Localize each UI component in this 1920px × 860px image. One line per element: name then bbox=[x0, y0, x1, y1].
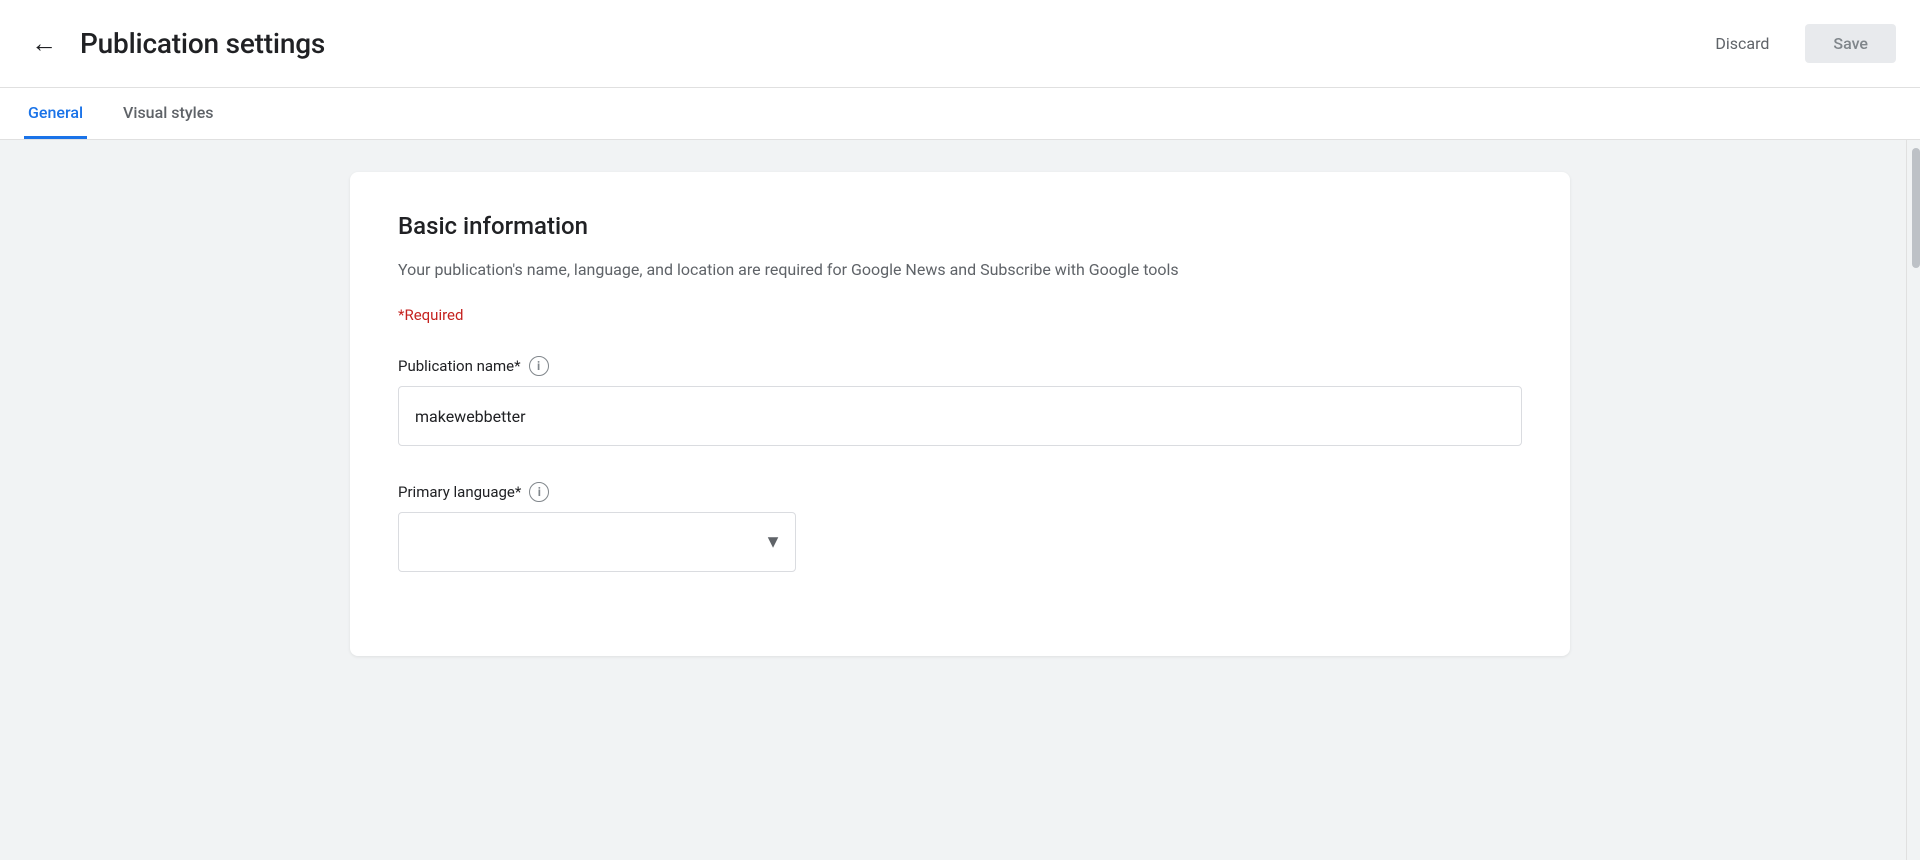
header-left: ← Publication settings bbox=[24, 24, 325, 64]
basic-information-card: Basic information Your publication's nam… bbox=[350, 172, 1570, 656]
primary-language-info-icon[interactable]: i bbox=[529, 482, 549, 502]
publication-name-label-text: Publication name* bbox=[398, 357, 521, 375]
header: ← Publication settings Discard Save bbox=[0, 0, 1920, 88]
tab-visual-styles[interactable]: Visual styles bbox=[119, 89, 218, 139]
scrollbar-track[interactable] bbox=[1906, 140, 1920, 860]
publication-name-group: Publication name* i bbox=[398, 356, 1522, 446]
discard-button[interactable]: Discard bbox=[1695, 24, 1789, 63]
primary-language-select-wrapper: English Spanish French German Portuguese… bbox=[398, 512, 796, 572]
page-title: Publication settings bbox=[80, 27, 325, 60]
primary-language-label-text: Primary language* bbox=[398, 483, 521, 501]
primary-language-label: Primary language* i bbox=[398, 482, 1522, 502]
publication-name-input[interactable] bbox=[398, 386, 1522, 446]
tab-general[interactable]: General bbox=[24, 89, 87, 139]
primary-language-group: Primary language* i English Spanish Fren… bbox=[398, 482, 1522, 572]
publication-name-label: Publication name* i bbox=[398, 356, 1522, 376]
save-button[interactable]: Save bbox=[1805, 24, 1896, 63]
back-button[interactable]: ← bbox=[24, 24, 64, 64]
card-title: Basic information bbox=[398, 212, 1522, 240]
scrollbar-thumb[interactable] bbox=[1912, 148, 1920, 268]
publication-name-info-icon[interactable]: i bbox=[529, 356, 549, 376]
tabs-bar: General Visual styles bbox=[0, 88, 1920, 140]
required-label: *Required bbox=[398, 306, 1522, 324]
main-content: Basic information Your publication's nam… bbox=[0, 140, 1920, 860]
header-right: Discard Save bbox=[1695, 24, 1896, 63]
card-description: Your publication's name, language, and l… bbox=[398, 258, 1522, 282]
primary-language-select[interactable]: English Spanish French German Portuguese… bbox=[398, 512, 796, 572]
